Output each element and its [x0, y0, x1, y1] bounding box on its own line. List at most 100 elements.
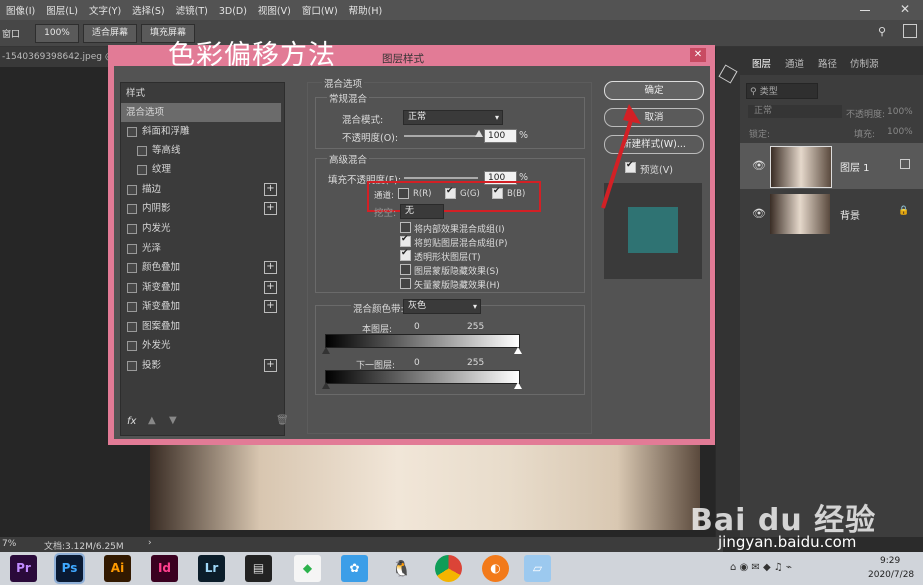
menu-window[interactable]: 窗口(W) — [296, 0, 343, 17]
add-icon[interactable]: + — [264, 281, 277, 294]
video-editor-icon[interactable]: ▤ — [245, 555, 272, 582]
add-icon[interactable]: + — [264, 202, 277, 215]
zoom-100-button[interactable]: 100% — [35, 24, 79, 43]
style-item-drop-shadow[interactable]: 投影 + — [121, 356, 281, 375]
underlying-black-thumb[interactable] — [322, 382, 330, 389]
layer-name[interactable]: 图层 1 — [840, 159, 870, 174]
add-icon[interactable]: + — [264, 183, 277, 196]
clock-date[interactable]: 2020/7/28 — [868, 570, 914, 580]
clock-time[interactable]: 9:29 — [880, 556, 900, 566]
workspace-icon[interactable] — [903, 24, 917, 38]
tab-channels[interactable]: 通道 — [785, 56, 804, 70]
style-item-texture[interactable]: 纹理 — [121, 160, 291, 179]
checkbox[interactable] — [127, 223, 137, 234]
qq-icon[interactable]: 🐧 — [388, 555, 415, 582]
tab-layers[interactable]: 图层 — [752, 56, 771, 70]
premiere-icon[interactable]: Pr — [10, 555, 37, 582]
style-item-inner-shadow[interactable]: 内阴影 + — [121, 199, 281, 218]
style-item-outer-glow[interactable]: 外发光 — [121, 336, 281, 355]
this-layer-white-thumb[interactable] — [514, 347, 522, 354]
checkbox[interactable] — [127, 340, 137, 351]
layer-filter-select[interactable]: ⚲ 类型 — [746, 83, 818, 99]
add-icon[interactable]: + — [264, 300, 277, 313]
chrome-icon[interactable] — [435, 555, 462, 582]
menu-help[interactable]: 帮助(H) — [343, 0, 388, 17]
trash-icon[interactable]: 🗑 — [276, 415, 289, 426]
option-blend-clipped-checkbox[interactable] — [400, 234, 411, 247]
checkbox[interactable] — [137, 164, 147, 175]
layer-row[interactable]: 👁 图层 1 — [740, 143, 923, 189]
option-blend-interior-checkbox[interactable] — [400, 222, 411, 233]
eye-icon[interactable]: 👁 — [752, 207, 766, 220]
checkbox[interactable] — [127, 321, 137, 332]
knockout-select[interactable]: 无 — [400, 204, 444, 219]
this-layer-black-thumb[interactable] — [322, 347, 330, 354]
lightroom-icon[interactable]: Lr — [198, 555, 225, 582]
close-window-icon[interactable]: ✕ — [900, 2, 910, 16]
style-item-satin[interactable]: 光泽 — [121, 239, 281, 258]
tray-icons[interactable]: ⌂ ◉ ✉ ◆ ♫ ⌁ — [730, 562, 792, 573]
app-green-icon[interactable]: ◆ — [294, 555, 321, 582]
indesign-icon[interactable]: Id — [151, 555, 178, 582]
fill-opacity-slider[interactable] — [404, 177, 478, 179]
checkbox[interactable] — [127, 126, 137, 137]
eye-icon[interactable]: 👁 — [752, 159, 766, 172]
layer-blend-mode-select[interactable]: 正常 — [748, 105, 842, 118]
option-vector-mask-hides-checkbox[interactable] — [400, 278, 411, 289]
app-blue-icon[interactable]: ✿ — [341, 555, 368, 582]
checkbox[interactable] — [127, 360, 137, 371]
option-layer-mask-hides-checkbox[interactable] — [400, 264, 411, 275]
move-up-icon[interactable]: ▲ — [148, 415, 156, 426]
underlying-white-thumb[interactable] — [514, 382, 522, 389]
option-transparency-shapes-checkbox[interactable] — [400, 248, 411, 261]
style-item-bevel-emboss[interactable]: 斜面和浮雕 — [121, 122, 281, 141]
layer-name[interactable]: 背景 — [840, 207, 860, 222]
style-item-color-overlay[interactable]: 颜色叠加 + — [121, 258, 281, 277]
style-item-stroke[interactable]: 描边 + — [121, 180, 281, 199]
menu-select[interactable]: 选择(S) — [126, 0, 169, 17]
fill-value[interactable]: 100% — [887, 127, 913, 137]
checkbox[interactable] — [127, 203, 137, 214]
menu-image[interactable]: 图像(I) — [0, 0, 40, 17]
opacity-slider[interactable] — [404, 135, 478, 137]
checkbox[interactable] — [127, 243, 137, 254]
menu-filter[interactable]: 滤镜(T) — [170, 0, 213, 17]
style-item-contour[interactable]: 等高线 — [121, 141, 291, 160]
checkbox[interactable] — [127, 184, 137, 195]
opacity-input[interactable]: 100 — [484, 129, 517, 143]
search-icon[interactable]: ⚲ — [878, 25, 886, 38]
add-icon[interactable]: + — [264, 261, 277, 274]
menu-view[interactable]: 视图(V) — [252, 0, 296, 17]
opacity-slider-thumb[interactable] — [475, 130, 483, 137]
app-notes-icon[interactable]: ▱ — [524, 555, 551, 582]
app-orange-icon[interactable]: ◐ — [482, 555, 509, 582]
styles-header[interactable]: 样式 — [121, 84, 281, 103]
ok-button[interactable]: 确定 — [604, 81, 704, 100]
menu-3d[interactable]: 3D(D) — [213, 3, 252, 17]
document-tab[interactable]: -1540369398642.jpeg @ — [2, 52, 114, 62]
tab-paths[interactable]: 路径 — [818, 56, 837, 70]
layer-row[interactable]: 👁 背景 🔒 — [740, 191, 923, 237]
style-item-gradient-overlay[interactable]: 渐变叠加 + — [121, 278, 281, 297]
checkbox[interactable] — [127, 282, 137, 293]
style-item-inner-glow[interactable]: 内发光 — [121, 219, 281, 238]
style-item-blend-options[interactable]: 混合选项 — [121, 103, 281, 122]
checkbox[interactable] — [127, 301, 137, 312]
fx-icon[interactable]: fx — [127, 416, 136, 427]
add-icon[interactable]: + — [264, 359, 277, 372]
status-arrow-icon[interactable]: › — [148, 538, 152, 548]
style-item-gradient-overlay[interactable]: 渐变叠加 + — [121, 297, 281, 316]
menu-type[interactable]: 文字(Y) — [83, 0, 126, 17]
minimize-icon[interactable] — [860, 10, 870, 11]
checkbox[interactable] — [137, 145, 147, 156]
layer-opacity-value[interactable]: 100% — [887, 107, 913, 117]
style-item-pattern-overlay[interactable]: 图案叠加 — [121, 317, 281, 336]
close-icon[interactable]: ✕ — [690, 48, 706, 62]
status-zoom[interactable]: 7% — [2, 539, 16, 549]
move-down-icon[interactable]: ▼ — [169, 415, 177, 426]
fit-screen-button[interactable]: 适合屏幕 — [83, 24, 137, 43]
tab-clone-source[interactable]: 仿制源 — [850, 56, 879, 70]
3d-cube-icon[interactable] — [718, 64, 738, 84]
photoshop-icon[interactable]: Ps — [54, 553, 85, 584]
checkbox[interactable] — [127, 262, 137, 273]
